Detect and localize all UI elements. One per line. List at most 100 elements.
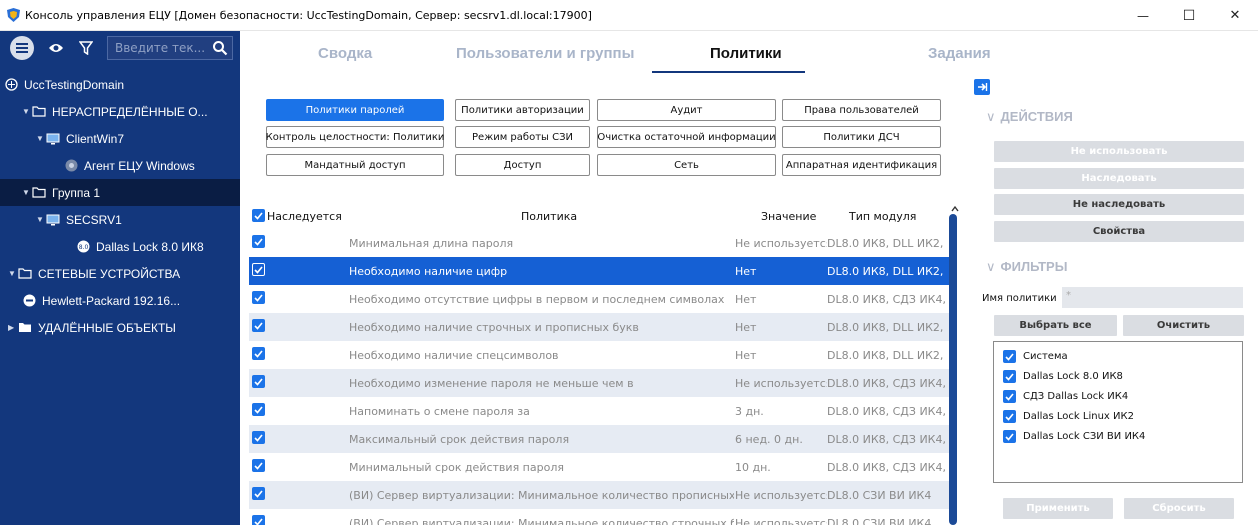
tab-policies[interactable]: Политики bbox=[710, 45, 782, 62]
tree-item[interactable]: ▼ СЕТЕВЫЕ УСТРОЙСТВА bbox=[0, 260, 240, 287]
module-filter-checkbox[interactable] bbox=[1003, 410, 1016, 423]
right-panel: ∨ ДЕЙСТВИЯ Не использовать Наследовать Не… bbox=[968, 73, 1258, 525]
collapse-panel-icon[interactable] bbox=[974, 79, 990, 95]
folder-outline-icon bbox=[32, 106, 46, 118]
apply-button[interactable]: Применить bbox=[1003, 498, 1113, 519]
inherit-checkbox[interactable] bbox=[252, 487, 265, 500]
properties-button[interactable]: Свойства bbox=[994, 221, 1244, 242]
tree-item[interactable]: UccTestingDomain bbox=[0, 71, 240, 98]
inherit-checkbox[interactable] bbox=[252, 263, 265, 276]
inherit-checkbox[interactable] bbox=[252, 431, 265, 444]
tree-item[interactable]: ▶ УДАЛЁННЫЕ ОБЪЕКТЫ bbox=[0, 314, 240, 341]
policy-category-button[interactable]: Политики авторизации bbox=[455, 99, 590, 121]
policy-category-button[interactable]: Аппаратная идентификация bbox=[782, 154, 941, 176]
policy-category-button[interactable]: Аудит bbox=[597, 99, 776, 121]
table-row[interactable]: (ВИ) Сервер виртуализации: Минимальное к… bbox=[249, 509, 949, 525]
module-cell: DL8.0 ИК8, СДЗ ИК4,... bbox=[827, 293, 945, 306]
close-button[interactable]: ✕ bbox=[1212, 0, 1258, 31]
tab-summary[interactable]: Сводка bbox=[318, 45, 372, 62]
table-row[interactable]: Максимальный срок действия пароля 6 нед. … bbox=[249, 425, 949, 453]
table-row[interactable]: Минимальная длина пароля Не используется D… bbox=[249, 229, 949, 257]
filter-button[interactable] bbox=[74, 36, 98, 60]
inherit-checkbox[interactable] bbox=[252, 459, 265, 472]
not-inherit-button[interactable]: Не наследовать bbox=[994, 194, 1244, 215]
inherit-checkbox[interactable] bbox=[252, 403, 265, 416]
policy-category-button[interactable]: Контроль целостности: Политики bbox=[266, 126, 444, 148]
expand-arrow-icon[interactable]: ▼ bbox=[22, 107, 32, 116]
value-cell: Не используется bbox=[735, 489, 827, 502]
inherit-checkbox[interactable] bbox=[252, 347, 265, 360]
actions-section-title[interactable]: ∨ ДЕЙСТВИЯ bbox=[986, 109, 1073, 125]
policy-category-button[interactable]: Режим работы СЗИ bbox=[455, 126, 590, 148]
menu-button[interactable] bbox=[10, 36, 34, 60]
module-filter-item[interactable]: Dallas Lock Linux ИК2 bbox=[1003, 410, 1134, 423]
search-icon[interactable] bbox=[212, 40, 228, 56]
minimize-button[interactable]: — bbox=[1120, 0, 1166, 31]
expand-arrow-icon[interactable]: ▶ bbox=[8, 323, 18, 332]
table-row[interactable]: Необходимо изменение пароля не меньше че… bbox=[249, 369, 949, 397]
inherit-checkbox[interactable] bbox=[252, 291, 265, 304]
policy-category-button[interactable]: Права пользователей bbox=[782, 99, 941, 121]
policy-category-button[interactable]: Сеть bbox=[597, 154, 776, 176]
col-inherited[interactable]: Наследуется bbox=[267, 210, 342, 223]
tree-item[interactable]: ▼ SECSRV1 bbox=[0, 206, 240, 233]
not-use-button[interactable]: Не использовать bbox=[994, 141, 1244, 162]
agent-icon bbox=[64, 159, 78, 172]
tree-item[interactable]: 8.0 Dallas Lock 8.0 ИК8 bbox=[0, 233, 240, 260]
table-row[interactable]: Необходимо наличие спецсимволов Нет DL8.0 … bbox=[249, 341, 949, 369]
module-filter-checkbox[interactable] bbox=[1003, 350, 1016, 363]
inherit-checkbox[interactable] bbox=[252, 515, 265, 525]
tree-item[interactable]: ▼ НЕРАСПРЕДЕЛЁННЫЕ О... bbox=[0, 98, 240, 125]
inherit-checkbox[interactable] bbox=[252, 375, 265, 388]
module-filter-checkbox[interactable] bbox=[1003, 370, 1016, 383]
grid-scroll-thumb[interactable] bbox=[949, 214, 957, 525]
tree-item[interactable]: Агент ЕЦУ Windows bbox=[0, 152, 240, 179]
tree-item[interactable]: Hewlett-Packard 192.16... bbox=[0, 287, 240, 314]
view-toggle-button[interactable] bbox=[44, 36, 68, 60]
expand-arrow-icon[interactable]: ▼ bbox=[36, 215, 46, 224]
module-filter-item[interactable]: Система bbox=[1003, 350, 1068, 363]
col-policy[interactable]: Политика bbox=[521, 210, 577, 223]
table-row[interactable]: Минимальный срок действия пароля 10 дн. DL… bbox=[249, 453, 949, 481]
module-filter-item[interactable]: СДЗ Dallas Lock ИК4 bbox=[1003, 390, 1128, 403]
policy-category-button[interactable]: Политики паролей bbox=[266, 99, 444, 121]
tree-item[interactable]: ▼ ClientWin7 bbox=[0, 125, 240, 152]
expand-arrow-icon[interactable]: ▼ bbox=[8, 269, 18, 278]
value-cell: 3 дн. bbox=[735, 405, 764, 418]
filters-section-title[interactable]: ∨ ФИЛЬТРЫ bbox=[986, 259, 1067, 275]
tree-item[interactable]: ▼ Группа 1 bbox=[0, 179, 240, 206]
maximize-button[interactable]: ☐ bbox=[1166, 0, 1212, 31]
expand-arrow-icon[interactable]: ▼ bbox=[22, 188, 32, 197]
select-all-button[interactable]: Выбрать все bbox=[994, 315, 1117, 336]
clear-button[interactable]: Очистить bbox=[1123, 315, 1244, 336]
table-row[interactable]: Необходимо наличие цифр Нет DL8.0 ИК8, DLL… bbox=[249, 257, 949, 285]
reset-button[interactable]: Сбросить bbox=[1124, 498, 1234, 519]
checkmark-icon bbox=[254, 211, 263, 220]
inherit-checkbox[interactable] bbox=[252, 235, 265, 248]
table-row[interactable]: (ВИ) Сервер виртуализации: Минимальное к… bbox=[249, 481, 949, 509]
search-input[interactable]: Введите тек... bbox=[107, 36, 233, 60]
policy-cell: Необходимо наличие спецсимволов bbox=[349, 349, 559, 362]
policy-category-button[interactable]: Очистка остаточной информации bbox=[597, 126, 776, 148]
module-filter-item[interactable]: Dallas Lock 8.0 ИК8 bbox=[1003, 370, 1123, 383]
scroll-up-icon[interactable] bbox=[950, 205, 960, 213]
module-filter-checkbox[interactable] bbox=[1003, 390, 1016, 403]
expand-arrow-icon[interactable]: ▼ bbox=[36, 134, 46, 143]
module-filter-item[interactable]: Dallas Lock СЗИ ВИ ИК4 bbox=[1003, 430, 1145, 443]
col-value[interactable]: Значение bbox=[761, 210, 816, 223]
inherit-checkbox[interactable] bbox=[252, 319, 265, 332]
col-module-type[interactable]: Тип модуля bbox=[849, 210, 916, 223]
module-filter-checkbox[interactable] bbox=[1003, 430, 1016, 443]
header-inherit-checkbox[interactable] bbox=[252, 209, 265, 222]
table-row[interactable]: Напоминать о смене пароля за 3 дн. DL8.0 И… bbox=[249, 397, 949, 425]
policy-category-button[interactable]: Мандатный доступ bbox=[266, 154, 444, 176]
inherit-button[interactable]: Наследовать bbox=[994, 168, 1244, 189]
tab-users-groups[interactable]: Пользователи и группы bbox=[456, 45, 634, 62]
policy-name-input[interactable]: * bbox=[1062, 287, 1243, 308]
table-row[interactable]: Необходимо наличие строчных и прописных … bbox=[249, 313, 949, 341]
policy-category-button[interactable]: Доступ bbox=[455, 154, 590, 176]
table-row[interactable]: Необходимо отсутствие цифры в первом и п… bbox=[249, 285, 949, 313]
policy-category-button[interactable]: Политики ДСЧ bbox=[782, 126, 941, 148]
domain-icon bbox=[4, 78, 18, 91]
tab-tasks[interactable]: Задания bbox=[928, 45, 991, 62]
